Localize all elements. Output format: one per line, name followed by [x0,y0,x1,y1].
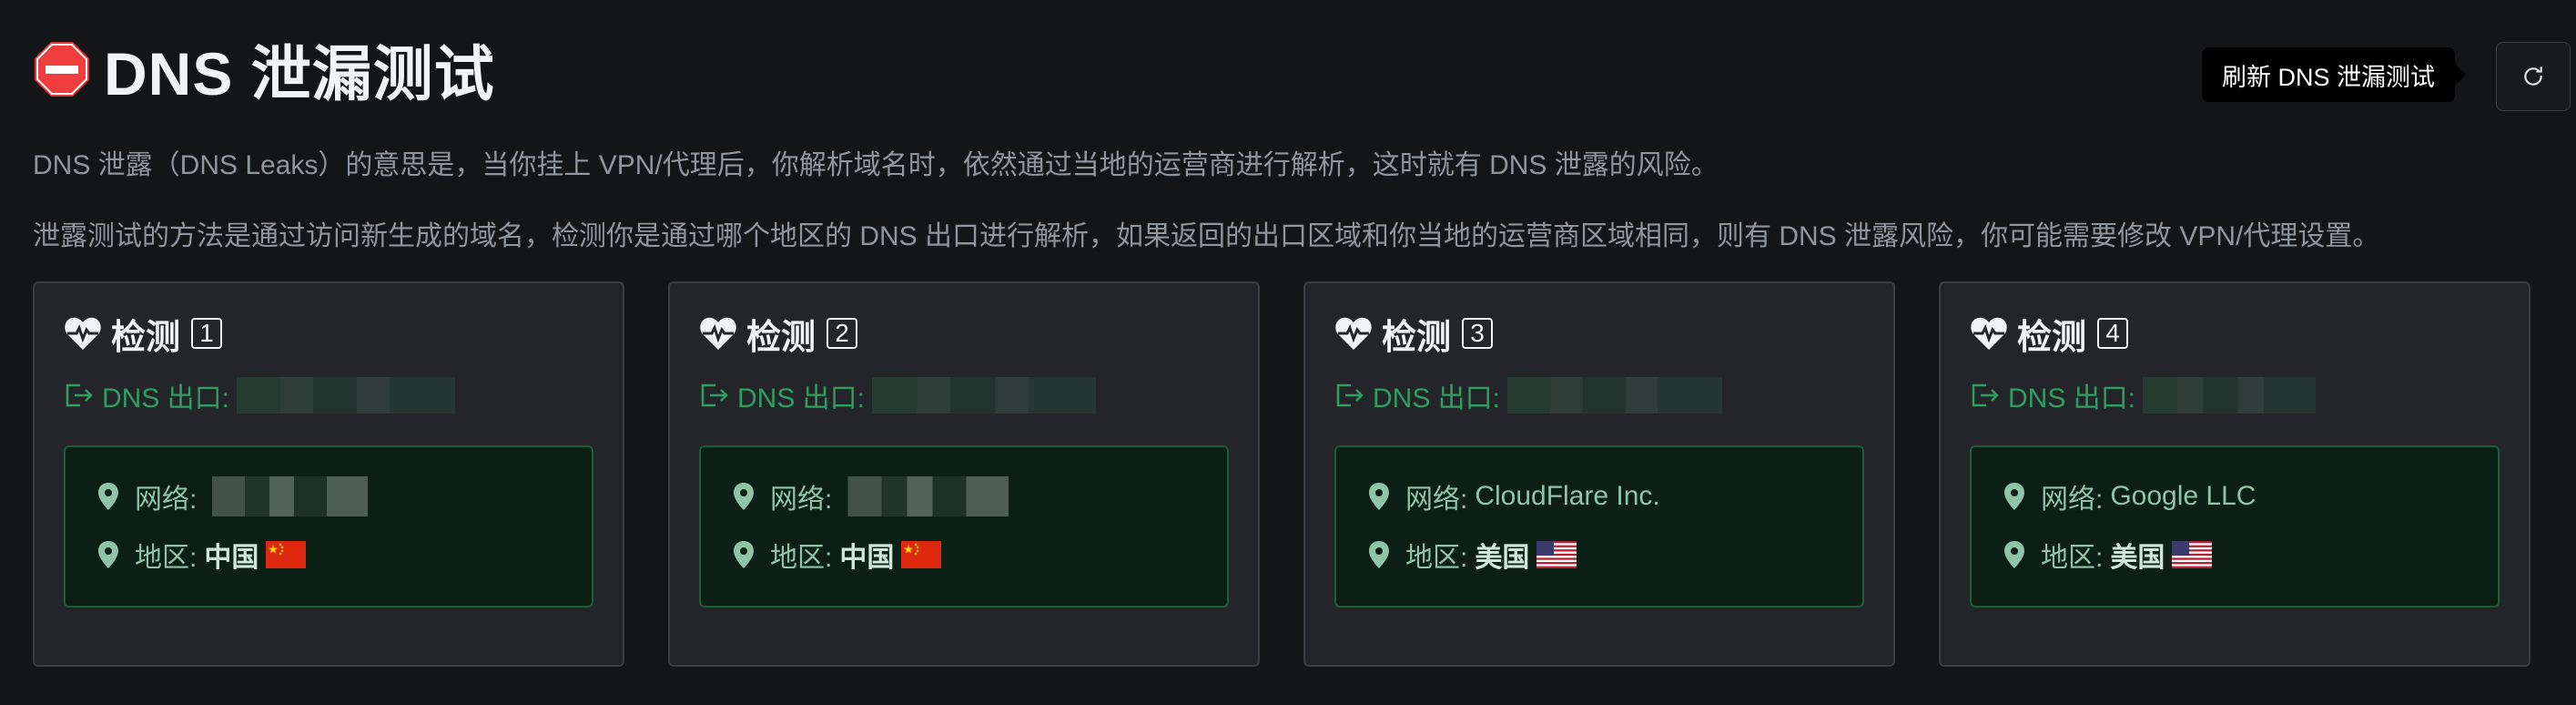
dns-exit-value-redacted [1507,377,1723,414]
exit-icon [1336,383,1364,407]
card-title: 检测 2 [699,311,1229,357]
us-flag-icon [2172,541,2213,568]
china-flag-icon [901,541,942,568]
heart-pulse-icon [700,317,736,350]
card-title-label: 检测 [2017,318,2087,357]
test-card-1: 检测 1 DNS 出口: 网络: 地区: 中国 [33,281,624,667]
dns-exit-value-redacted [872,377,1097,414]
us-flag-icon [1536,541,1577,568]
dns-exit-row: DNS 出口: [64,374,593,416]
region-row: 地区: 美国 [1369,526,1830,584]
region-value: 中国 [839,543,895,573]
refresh-tooltip-text: 刷新 DNS 泄漏测试 [2222,63,2436,91]
refresh-icon [2524,66,2542,86]
heart-pulse-icon [1335,317,1372,350]
card-title-label: 检测 [111,318,181,357]
header: DNS 泄漏测试 刷新 DNS 泄漏测试 [33,0,2571,137]
map-pin-icon [734,483,754,510]
refresh-button[interactable] [2496,42,2571,111]
info-box: 网络: CloudFlare Inc. 地区: 美国 [1334,445,1864,608]
network-value-redacted [204,476,369,516]
map-pin-icon [734,541,754,568]
stop-sign-icon [35,42,89,97]
network-label: 网络: [1405,485,1468,515]
heart-pulse-icon [1971,317,2007,350]
refresh-tooltip: 刷新 DNS 泄漏测试 [2202,47,2467,102]
card-title: 检测 3 [1334,311,1864,357]
region-value: 美国 [1475,543,1530,573]
map-pin-icon [1369,483,1389,510]
region-value: 中国 [204,543,259,573]
info-box: 网络: Google LLC 地区: 美国 [1970,445,2500,608]
china-flag-icon [266,541,307,568]
card-number-badge: 2 [827,318,858,349]
region-label: 地区: [2041,543,2104,573]
network-label: 网络: [770,485,833,515]
page: DNS 泄漏测试 刷新 DNS 泄漏测试 DNS 泄露（DNS Leaks）的意… [0,0,2576,705]
dns-exit-label: DNS 出口: [737,383,866,414]
dns-exit-label: DNS 出口: [1373,383,1501,414]
page-title-text: DNS 泄漏测试 [104,40,495,107]
card-number-badge: 1 [191,318,223,349]
dns-exit-label: DNS 出口: [2008,383,2136,414]
network-row: 网络: Google LLC [2004,467,2465,526]
exit-icon [1972,383,1999,407]
map-pin-icon [1369,541,1389,568]
exit-icon [66,383,93,407]
region-label: 地区: [135,543,198,573]
card-title: 检测 4 [1970,311,2500,357]
card-title-label: 检测 [746,318,816,357]
test-card-3: 检测 3 DNS 出口: 网络: CloudFlare Inc. 地区: 美国 [1303,281,1895,667]
map-pin-icon [98,541,118,568]
network-value: Google LLC [2110,481,2257,511]
card-number-badge: 4 [2097,318,2129,349]
exit-icon [701,383,728,407]
description-line-1: DNS 泄露（DNS Leaks）的意思是，当你挂上 VPN/代理后，你解析域名… [33,150,1719,180]
network-value-redacted [839,476,1009,516]
card-title-label: 检测 [1382,318,1452,357]
region-row: 地区: 中国 [98,526,559,584]
dns-exit-value-redacted [237,377,456,414]
heart-pulse-icon [65,317,101,350]
network-label: 网络: [135,485,198,515]
test-card-4: 检测 4 DNS 出口: 网络: Google LLC 地区: 美国 [1939,281,2530,667]
card-title: 检测 1 [64,311,593,357]
region-label: 地区: [770,543,833,573]
map-pin-icon [2004,483,2024,510]
page-title: DNS 泄漏测试 [33,26,495,113]
dns-exit-label: DNS 出口: [102,383,230,414]
region-value: 美国 [2110,543,2165,573]
card-number-badge: 3 [1462,318,1494,349]
network-row: 网络: CloudFlare Inc. [1369,467,1830,526]
network-label: 网络: [2041,485,2104,515]
dns-exit-value-redacted [2143,377,2317,414]
map-pin-icon [2004,541,2024,568]
dns-exit-row: DNS 出口: [1970,374,2500,416]
region-label: 地区: [1405,543,1468,573]
region-row: 地区: 中国 [734,526,1194,584]
network-value: CloudFlare Inc. [1475,481,1660,511]
description-line-2: 泄露测试的方法是通过访问新生成的域名，检测你是通过哪个地区的 DNS 出口进行解… [33,221,2380,251]
test-card-2: 检测 2 DNS 出口: 网络: 地区: 中国 [668,281,1260,667]
test-cards: 检测 1 DNS 出口: 网络: 地区: 中国 检测 2 DNS 出口: 网络:… [33,281,2530,667]
dns-exit-row: DNS 出口: [699,374,1229,416]
map-pin-icon [98,483,118,510]
network-row: 网络: [734,467,1194,526]
info-box: 网络: 地区: 中国 [699,445,1229,608]
network-row: 网络: [98,467,559,526]
dns-exit-row: DNS 出口: [1334,374,1864,416]
region-row: 地区: 美国 [2004,526,2465,584]
info-box: 网络: 地区: 中国 [64,445,593,608]
